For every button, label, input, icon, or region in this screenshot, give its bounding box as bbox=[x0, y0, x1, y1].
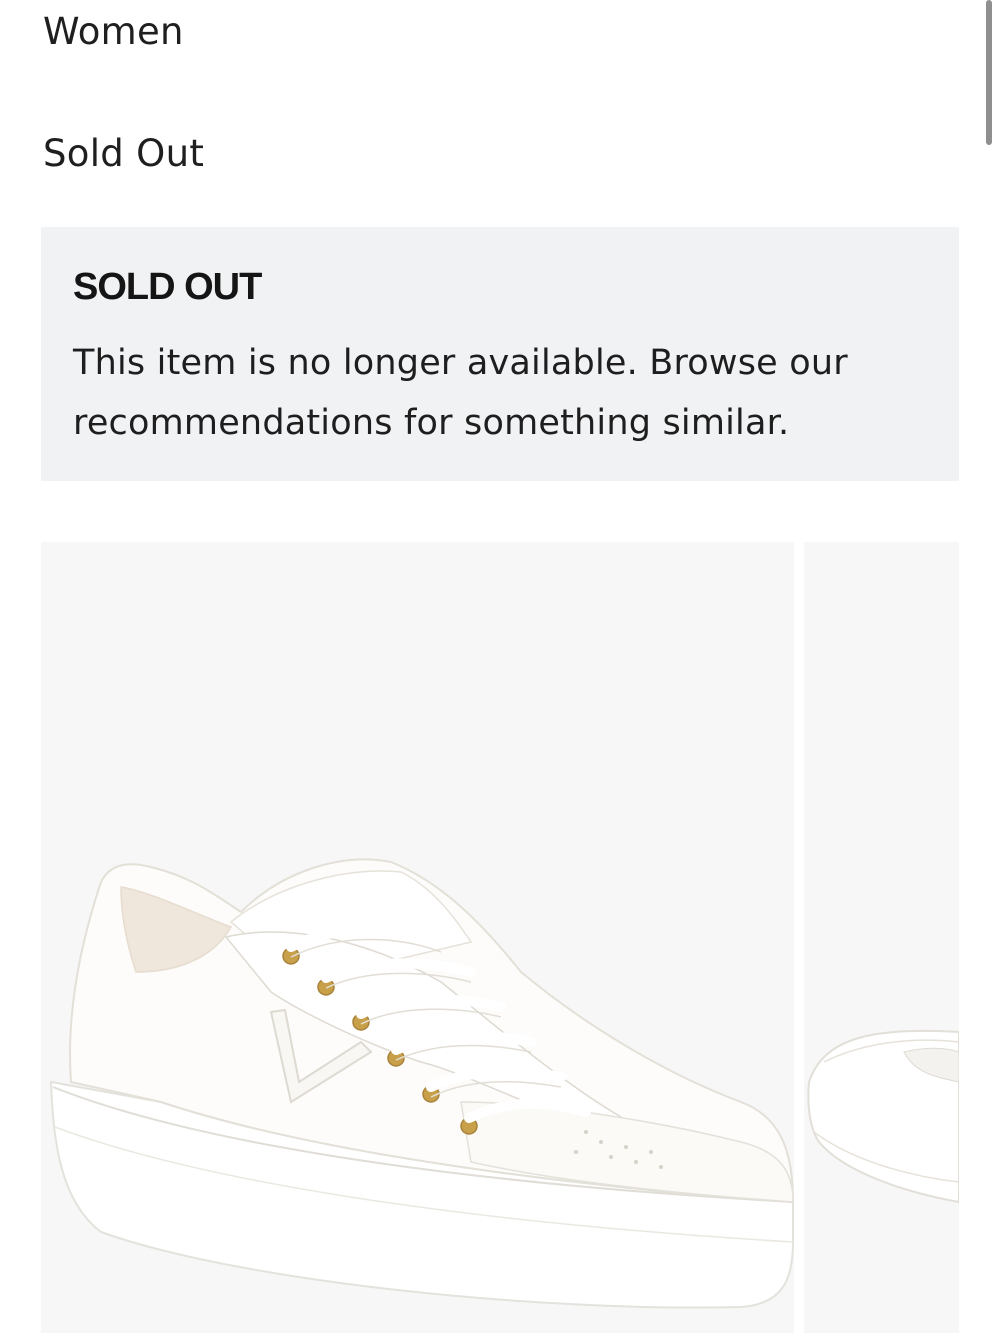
white-leather-sneaker-image bbox=[807, 1029, 959, 1204]
sold-out-notice: SOLD OUT This item is no longer availabl… bbox=[41, 227, 959, 481]
notice-heading: SOLD OUT bbox=[73, 266, 262, 308]
product-page: Women Sold Out SOLD OUT This item is no … bbox=[0, 0, 1000, 1333]
product-image-main[interactable] bbox=[41, 542, 794, 1333]
product-image-next[interactable] bbox=[804, 542, 959, 1333]
product-category: Women bbox=[43, 10, 184, 53]
notice-message: This item is no longer available. Browse… bbox=[73, 343, 848, 443]
white-leather-sneaker-image bbox=[49, 858, 794, 1309]
availability-status: Sold Out bbox=[43, 132, 205, 175]
scrollbar-thumb[interactable] bbox=[986, 0, 992, 145]
